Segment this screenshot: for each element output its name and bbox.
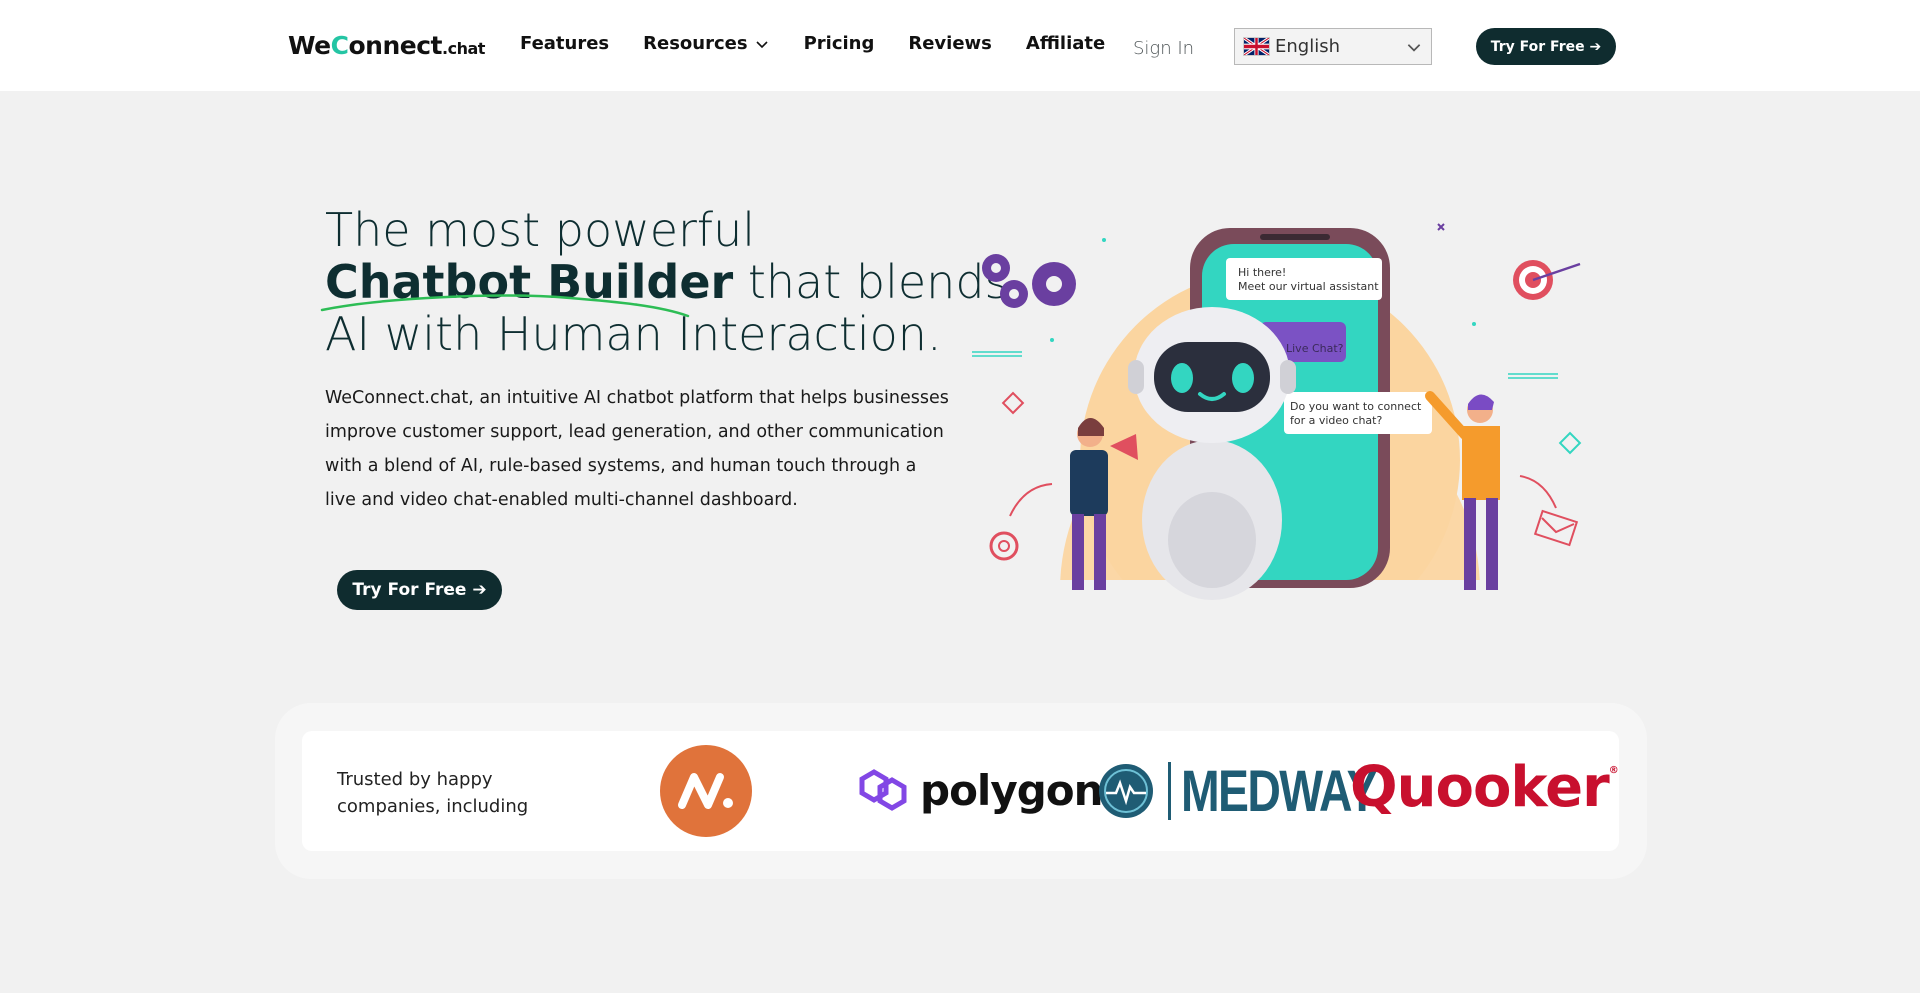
main-nav: Features Resources Pricing Reviews Affil… <box>520 33 1105 54</box>
diamond-decor-teal <box>1558 431 1582 455</box>
nav-resources[interactable]: Resources <box>643 33 769 54</box>
title-underline-squiggle <box>320 294 690 318</box>
quooker-logo: Quooker® <box>1350 755 1619 820</box>
medway-text: MEDWAY <box>1181 758 1378 824</box>
trusted-text: Trusted by happy companies, including <box>337 769 529 817</box>
hero-description: WeConnect.chat, an intuitive AI chatbot … <box>325 388 949 510</box>
bubble1-line1: Hi there! <box>1238 266 1286 279</box>
dashes-right-decor <box>1508 373 1558 379</box>
site-header: WeConnect.chat Features Resources Pricin… <box>0 0 1920 91</box>
polygon-logo: polygon <box>856 765 1104 815</box>
bubble3-line2: for a video chat? <box>1290 414 1382 427</box>
arrow-right-decor <box>1519 475 1557 509</box>
chevron-down-icon <box>1407 43 1421 52</box>
target-icon <box>1513 260 1581 300</box>
dot-decor <box>1102 238 1106 242</box>
nav-affiliate[interactable]: Affiliate <box>1026 33 1105 54</box>
sign-in-link[interactable]: Sign In <box>1133 38 1194 59</box>
nav-affiliate-label: Affiliate <box>1025 33 1106 54</box>
hero-illustration: Hi there! Meet our virtual assistant Liv… <box>972 223 1582 600</box>
nav-reviews[interactable]: Reviews <box>908 33 992 54</box>
footer-strip <box>0 993 1920 1001</box>
chevron-down-icon <box>756 40 768 48</box>
nav-pricing-label: Pricing <box>803 33 875 54</box>
cross-decor <box>1437 223 1445 231</box>
language-select[interactable]: English <box>1234 28 1432 65</box>
weconnect-logo[interactable]: WeConnect.chat <box>288 31 485 60</box>
nav-resources-label: Resources <box>643 33 748 54</box>
bubble1-line2: Meet our virtual assistant <box>1238 280 1379 293</box>
hero-title: The most powerful Chatbot Builder that b… <box>325 204 1009 360</box>
uk-flag-icon <box>1243 37 1270 56</box>
dashes-left-decor <box>972 351 1022 357</box>
polygon-text: polygon <box>920 765 1104 815</box>
envelope-icon <box>1533 509 1579 547</box>
medway-mark-icon <box>1099 764 1153 818</box>
quooker-registered-mark: ® <box>1608 765 1619 776</box>
nav-features-label: Features <box>520 33 610 54</box>
chat-bubble-1 <box>1226 258 1382 300</box>
hero-title-line1: The most powerful <box>325 203 756 257</box>
logo-c: C <box>330 31 349 60</box>
nav-reviews-label: Reviews <box>908 33 992 54</box>
header-try-for-free-button[interactable]: Try For Free ➔ <box>1476 28 1616 65</box>
nav-pricing[interactable]: Pricing <box>804 33 875 54</box>
arrow-left-decor <box>1009 483 1053 517</box>
polygon-mark-icon <box>859 769 907 811</box>
bubble2-text: Live Chat? <box>1286 342 1344 355</box>
quooker-text: Quooker <box>1350 755 1610 820</box>
n-logo-icon <box>660 745 752 837</box>
logo-rest: onnect <box>348 31 443 60</box>
gears-icon <box>982 254 1076 308</box>
dot-decor <box>1050 338 1054 342</box>
language-selected-label: English <box>1275 36 1340 57</box>
diamond-decor <box>1001 391 1025 415</box>
dot-decor <box>1472 322 1476 326</box>
hero-try-for-free-button[interactable]: Try For Free ➔ <box>337 570 502 610</box>
logo-we: We <box>288 31 331 60</box>
logo-suffix: .chat <box>442 39 485 58</box>
phone-speaker-shape <box>1260 234 1330 240</box>
chat-bubble-3 <box>1284 392 1432 434</box>
nav-features[interactable]: Features <box>520 33 609 54</box>
medway-divider <box>1168 762 1171 820</box>
bubble3-line1: Do you want to connect <box>1290 400 1422 413</box>
small-gear-icon <box>989 531 1019 561</box>
